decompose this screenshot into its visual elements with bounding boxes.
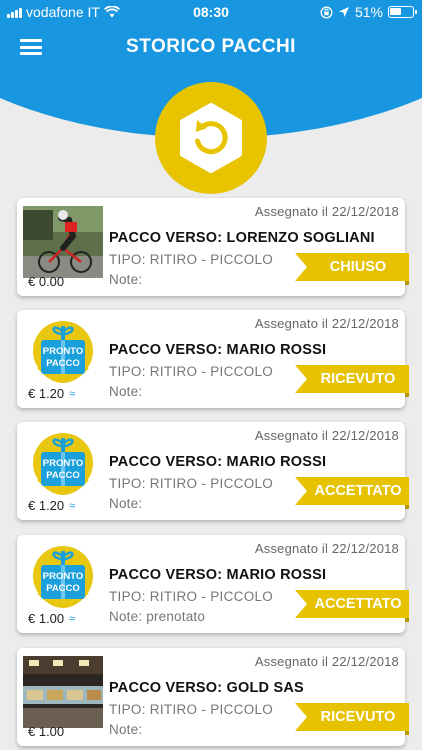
status-ribbon-fold	[405, 618, 409, 622]
package-type: TIPO: RITIRO - PICCOLO	[109, 252, 274, 267]
package-card[interactable]: PRONTO PACCO € 1.20 ≈ Assegnato il 22/12/201…	[17, 310, 409, 408]
status-ribbon-fold	[405, 505, 409, 509]
location-arrow-icon	[338, 7, 349, 17]
pronto-pacco-logo: PRONTOPACCO	[33, 433, 93, 495]
price-value: € 1.00	[28, 611, 65, 626]
package-note: Note:	[109, 272, 143, 287]
status-bar: vodafone IT 08:30 51%	[0, 0, 422, 24]
package-price: € 1.00 ≈	[28, 611, 75, 626]
package-price: € 1.00	[28, 724, 64, 739]
svg-text:PRONTO: PRONTO	[43, 571, 83, 582]
status-right: 51%	[320, 4, 417, 20]
price-value: € 0.00	[28, 274, 65, 289]
package-price: € 1.20 ≈	[28, 386, 75, 401]
rotation-lock-icon	[320, 6, 333, 18]
history-badge	[155, 82, 267, 194]
package-destination: PACCO VERSO: GOLD SAS	[109, 680, 304, 696]
pronto-pacco-logo: PRONTOPACCO	[33, 546, 93, 608]
svg-text:PACCO: PACCO	[46, 358, 80, 369]
package-thumbnail	[23, 206, 103, 278]
package-note: Note:	[109, 384, 143, 399]
page-title: STORICO PACCHI	[126, 36, 296, 57]
package-card[interactable]: PRONTO PACCO € 1.20 ≈ Assegnato il 22/12/201…	[17, 422, 409, 520]
svg-text:PACCO: PACCO	[46, 470, 80, 481]
status-badge: ACCETTATO	[295, 477, 409, 505]
price-value: € 1.20	[28, 498, 65, 513]
package-card[interactable]: € 1.00 Assegnato il 22/12/2018 PACCO VERSO…	[17, 648, 409, 746]
package-price: € 1.20 ≈	[28, 498, 75, 513]
status-ribbon-fold	[405, 281, 409, 285]
package-destination: PACCO VERSO: MARIO ROSSI	[109, 454, 327, 470]
package-thumbnail	[23, 656, 103, 728]
package-type: TIPO: RITIRO - PICCOLO	[109, 702, 274, 717]
package-price: € 0.00	[28, 274, 64, 289]
package-thumbnail: PRONTO PACCO	[23, 543, 103, 615]
price-value: € 1.00	[28, 724, 65, 739]
package-destination: PACCO VERSO: LORENZO SOGLIANI	[109, 230, 375, 246]
status-badge: ACCETTATO	[295, 590, 409, 618]
battery-icon	[388, 6, 417, 18]
package-note: Note: prenotato	[109, 609, 206, 624]
package-card[interactable]: PRONTO PACCO € 1.00 ≈ Assegnato il 22/12/201…	[17, 535, 409, 633]
price-value: € 1.20	[28, 386, 65, 401]
package-note: Note:	[109, 722, 143, 737]
status-ribbon-fold	[405, 731, 409, 735]
svg-text:PACCO: PACCO	[46, 583, 80, 594]
assigned-date: Assegnato il 22/12/2018	[254, 654, 399, 669]
shop-photo	[23, 656, 103, 728]
package-thumbnail: PRONTO PACCO	[23, 430, 103, 502]
battery-percent: 51%	[354, 4, 383, 20]
cyclist-photo	[23, 206, 103, 278]
package-card[interactable]: € 0.00 Assegnato il 22/12/2018 PACCO VERSO…	[17, 198, 409, 296]
package-destination: PACCO VERSO: MARIO ROSSI	[109, 567, 327, 583]
status-ribbon-fold	[405, 393, 409, 397]
package-note: Note:	[109, 496, 143, 511]
status-badge: RICEVUTO	[295, 703, 409, 731]
package-type: TIPO: RITIRO - PICCOLO	[109, 364, 274, 379]
svg-text:PRONTO: PRONTO	[43, 346, 83, 357]
wave-icon: ≈	[69, 499, 76, 512]
assigned-date: Assegnato il 22/12/2018	[254, 541, 399, 556]
assigned-date: Assegnato il 22/12/2018	[254, 316, 399, 331]
svg-text:PRONTO: PRONTO	[43, 458, 83, 469]
assigned-date: Assegnato il 22/12/2018	[254, 428, 399, 443]
wave-icon: ≈	[69, 612, 76, 625]
package-destination: PACCO VERSO: MARIO ROSSI	[109, 342, 327, 358]
package-thumbnail: PRONTO PACCO	[23, 318, 103, 390]
history-icon	[180, 103, 242, 173]
assigned-date: Assegnato il 22/12/2018	[254, 204, 399, 219]
pronto-pacco-logo: PRONTOPACCO	[33, 321, 93, 383]
package-type: TIPO: RITIRO - PICCOLO	[109, 589, 274, 604]
package-type: TIPO: RITIRO - PICCOLO	[109, 476, 274, 491]
status-badge: RICEVUTO	[295, 365, 409, 393]
wave-icon: ≈	[69, 387, 76, 400]
status-badge: CHIUSO	[295, 253, 409, 281]
